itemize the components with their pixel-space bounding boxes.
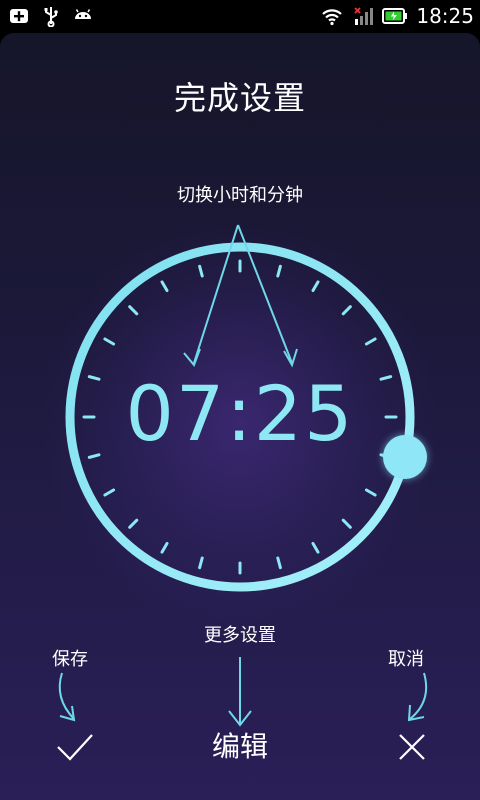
dial-tick	[311, 280, 320, 293]
close-icon	[399, 734, 425, 760]
battery-icon	[382, 8, 408, 24]
add-icon	[10, 9, 28, 23]
cancel-hint-arrow	[407, 672, 428, 722]
dial-tick	[128, 305, 139, 316]
android-icon	[75, 9, 91, 19]
dial-tick	[311, 541, 320, 554]
alarm-setup-panel: 完成设置 切换小时和分钟 07:25 更多设置 保存 取消 编辑	[0, 33, 480, 800]
dial-tick	[341, 518, 352, 529]
dial-tick	[103, 337, 116, 346]
dial-tick	[160, 280, 169, 293]
dial-tick	[128, 518, 139, 529]
dial-tick	[379, 375, 393, 381]
dial-drag-handle[interactable]	[383, 435, 427, 479]
usb-icon	[44, 7, 58, 27]
dial-tick	[276, 264, 282, 278]
dial-tick	[160, 541, 169, 554]
hint-cancel: 取消	[388, 649, 424, 670]
status-time: 18:25	[416, 4, 474, 28]
dial-tick	[198, 556, 204, 570]
dial-tick	[364, 337, 377, 346]
status-bar: 18:25	[0, 0, 480, 33]
wifi-icon	[322, 9, 343, 26]
dial-tick	[87, 453, 101, 459]
confirm-button[interactable]	[52, 727, 96, 767]
dial-tick	[87, 375, 101, 381]
status-right-icons: 18:25	[320, 4, 474, 28]
save-hint-arrow	[58, 672, 76, 722]
more-settings-arrow	[228, 657, 252, 727]
hint-save: 保存	[52, 649, 88, 670]
checkmark-icon	[57, 734, 93, 761]
dial-tick	[341, 305, 352, 316]
hint-more-settings: 更多设置	[204, 625, 276, 646]
signal-icon	[354, 7, 374, 25]
dial-tick	[276, 556, 282, 570]
edit-button[interactable]: 编辑	[190, 725, 290, 769]
dial-tick	[364, 488, 377, 497]
dial-tick	[198, 264, 204, 278]
dial-tick	[103, 488, 116, 497]
cancel-button[interactable]	[390, 727, 434, 767]
time-display[interactable]: 07:25	[100, 369, 380, 458]
status-left-icons	[8, 5, 94, 27]
